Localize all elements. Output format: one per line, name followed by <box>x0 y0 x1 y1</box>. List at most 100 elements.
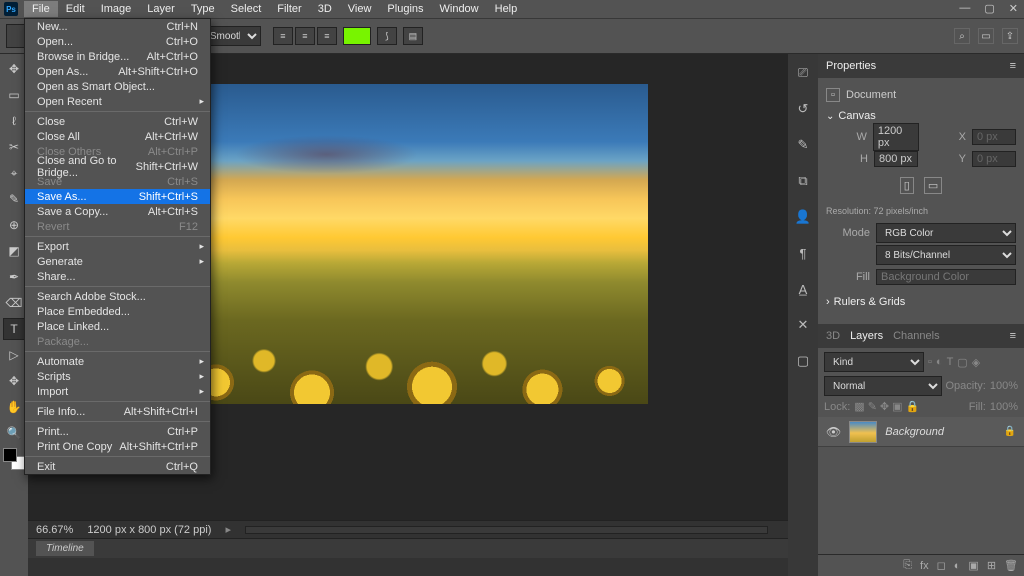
menu-filter[interactable]: Filter <box>269 1 309 17</box>
group-icon[interactable]: ▣ <box>968 559 978 572</box>
menu-item-save-a-copy[interactable]: Save a Copy...Alt+Ctrl+S <box>25 204 210 219</box>
panel-icon-3[interactable]: ⧉ <box>794 172 812 190</box>
blend-mode-select[interactable]: Normal <box>824 376 942 396</box>
orient-landscape-icon[interactable]: ▭ <box>924 177 942 194</box>
canvas-section-header[interactable]: Canvas <box>826 110 1016 122</box>
horizontal-scrollbar[interactable] <box>245 526 768 534</box>
menu-item-share[interactable]: Share... <box>25 269 210 284</box>
tool-5[interactable]: ✎ <box>3 188 25 210</box>
filter-type-icon[interactable]: T <box>947 356 954 369</box>
layer-item[interactable]: 👁Background🔒 <box>818 417 1024 447</box>
menu-item-scripts[interactable]: Scripts <box>25 369 210 384</box>
zoom-level[interactable]: 66.67% <box>36 524 73 536</box>
adjustment-layer-icon[interactable]: ◐ <box>954 560 961 572</box>
rulers-section-header[interactable]: ›Rulers & Grids <box>826 296 1016 308</box>
menu-item-close-and-go-to-bridge[interactable]: Close and Go to Bridge...Shift+Ctrl+W <box>25 159 210 174</box>
menu-3d[interactable]: 3D <box>310 1 340 17</box>
close-icon[interactable]: ✕ <box>1009 2 1018 15</box>
layer-fx-icon[interactable]: fx <box>920 560 929 572</box>
tool-2[interactable]: ℓ <box>3 110 25 132</box>
menu-type[interactable]: Type <box>183 1 223 17</box>
tool-4[interactable]: ⌖ <box>3 162 25 184</box>
panel-icon-5[interactable]: ¶ <box>794 244 812 262</box>
menu-item-place-linked[interactable]: Place Linked... <box>25 319 210 334</box>
panel-menu-icon[interactable]: ≡ <box>1010 330 1016 342</box>
tool-11[interactable]: ▷ <box>3 344 25 366</box>
menu-item-exit[interactable]: ExitCtrl+Q <box>25 459 210 474</box>
tool-7[interactable]: ◩ <box>3 240 25 262</box>
menu-item-file-info[interactable]: File Info...Alt+Shift+Ctrl+I <box>25 404 210 419</box>
menu-item-search-adobe-stock[interactable]: Search Adobe Stock... <box>25 289 210 304</box>
layer-name[interactable]: Background <box>885 426 995 438</box>
minimize-icon[interactable]: — <box>959 2 970 15</box>
layer-fill[interactable]: 100% <box>990 401 1018 413</box>
panel-icon-2[interactable]: ✎ <box>794 136 812 154</box>
orient-portrait-icon[interactable]: ▯ <box>900 177 914 194</box>
menu-view[interactable]: View <box>340 1 380 17</box>
panel-menu-icon[interactable]: ≡ <box>1010 60 1016 72</box>
lock-transparent-icon[interactable]: ▩ <box>854 400 864 413</box>
layer-thumbnail[interactable] <box>849 421 877 443</box>
panel-icon-7[interactable]: ✕ <box>794 316 812 334</box>
menu-help[interactable]: Help <box>487 1 526 17</box>
warp-text-icon[interactable]: ⟆ <box>377 27 397 45</box>
properties-tab[interactable]: Properties <box>826 60 876 72</box>
menu-plugins[interactable]: Plugins <box>379 1 431 17</box>
search-icon[interactable]: ⌕ <box>954 28 970 44</box>
align-left-icon[interactable]: ≡ <box>273 27 293 45</box>
lock-position-icon[interactable]: ✥ <box>880 400 889 413</box>
foreground-background-swatch[interactable] <box>3 448 25 470</box>
menu-item-place-embedded[interactable]: Place Embedded... <box>25 304 210 319</box>
menu-item-import[interactable]: Import <box>25 384 210 399</box>
document-canvas[interactable] <box>168 84 648 404</box>
menu-item-open-as-smart-object[interactable]: Open as Smart Object... <box>25 79 210 94</box>
tool-8[interactable]: ✒ <box>3 266 25 288</box>
share-icon[interactable]: ⇪ <box>1002 28 1018 44</box>
tool-1[interactable]: ▭ <box>3 84 25 106</box>
layer-mask-icon[interactable]: ◻ <box>937 559 946 572</box>
filter-image-icon[interactable]: ▫ <box>928 356 932 369</box>
panel-icon-8[interactable]: ▢ <box>794 352 812 370</box>
menu-window[interactable]: Window <box>432 1 487 17</box>
menu-item-generate[interactable]: Generate <box>25 254 210 269</box>
panel-icon-0[interactable]: ⎚ <box>794 64 812 82</box>
menu-item-automate[interactable]: Automate <box>25 354 210 369</box>
filter-smart-icon[interactable]: ◈ <box>972 356 980 369</box>
menu-item-export[interactable]: Export <box>25 239 210 254</box>
menu-item-open[interactable]: Open...Ctrl+O <box>25 34 210 49</box>
align-right-icon[interactable]: ≡ <box>317 27 337 45</box>
timeline-tab[interactable]: Timeline <box>36 541 94 556</box>
tool-0[interactable]: ✥ <box>3 58 25 80</box>
text-color-swatch[interactable] <box>343 27 371 45</box>
tab-layers[interactable]: Layers <box>850 330 883 342</box>
menu-image[interactable]: Image <box>93 1 140 17</box>
panel-toggle-icon[interactable]: ▤ <box>403 27 423 45</box>
menu-select[interactable]: Select <box>223 1 270 17</box>
workspace-icon[interactable]: ▭ <box>978 28 994 44</box>
panel-icon-1[interactable]: ↺ <box>794 100 812 118</box>
menu-item-close[interactable]: CloseCtrl+W <box>25 114 210 129</box>
lock-all-icon[interactable]: 🔒 <box>906 400 920 413</box>
panel-icon-4[interactable]: 👤 <box>794 208 812 226</box>
visibility-icon[interactable]: 👁 <box>826 425 841 439</box>
tool-9[interactable]: ⌫ <box>3 292 25 314</box>
tool-10[interactable]: T <box>3 318 25 340</box>
canvas-height[interactable]: 800 px <box>874 151 918 167</box>
tool-13[interactable]: ✋ <box>3 396 25 418</box>
filter-adjust-icon[interactable]: ◐ <box>936 356 943 369</box>
layer-filter-kind[interactable]: Kind <box>824 352 924 372</box>
delete-layer-icon[interactable]: 🗑 <box>1004 559 1018 572</box>
link-layers-icon[interactable]: ⎘ <box>903 559 912 572</box>
layer-opacity[interactable]: 100% <box>990 380 1018 392</box>
menu-item-close-all[interactable]: Close AllAlt+Ctrl+W <box>25 129 210 144</box>
menu-edit[interactable]: Edit <box>58 1 93 17</box>
fill-value[interactable]: Background Color <box>876 269 1016 285</box>
tool-6[interactable]: ⊕ <box>3 214 25 236</box>
tab-channels[interactable]: Channels <box>893 330 939 342</box>
filter-shape-icon[interactable]: ▢ <box>957 356 967 369</box>
menu-item-print[interactable]: Print...Ctrl+P <box>25 424 210 439</box>
menu-item-browse-in-bridge[interactable]: Browse in Bridge...Alt+Ctrl+O <box>25 49 210 64</box>
tool-12[interactable]: ✥ <box>3 370 25 392</box>
panel-icon-6[interactable]: A̲ <box>794 280 812 298</box>
menu-layer[interactable]: Layer <box>139 1 183 17</box>
